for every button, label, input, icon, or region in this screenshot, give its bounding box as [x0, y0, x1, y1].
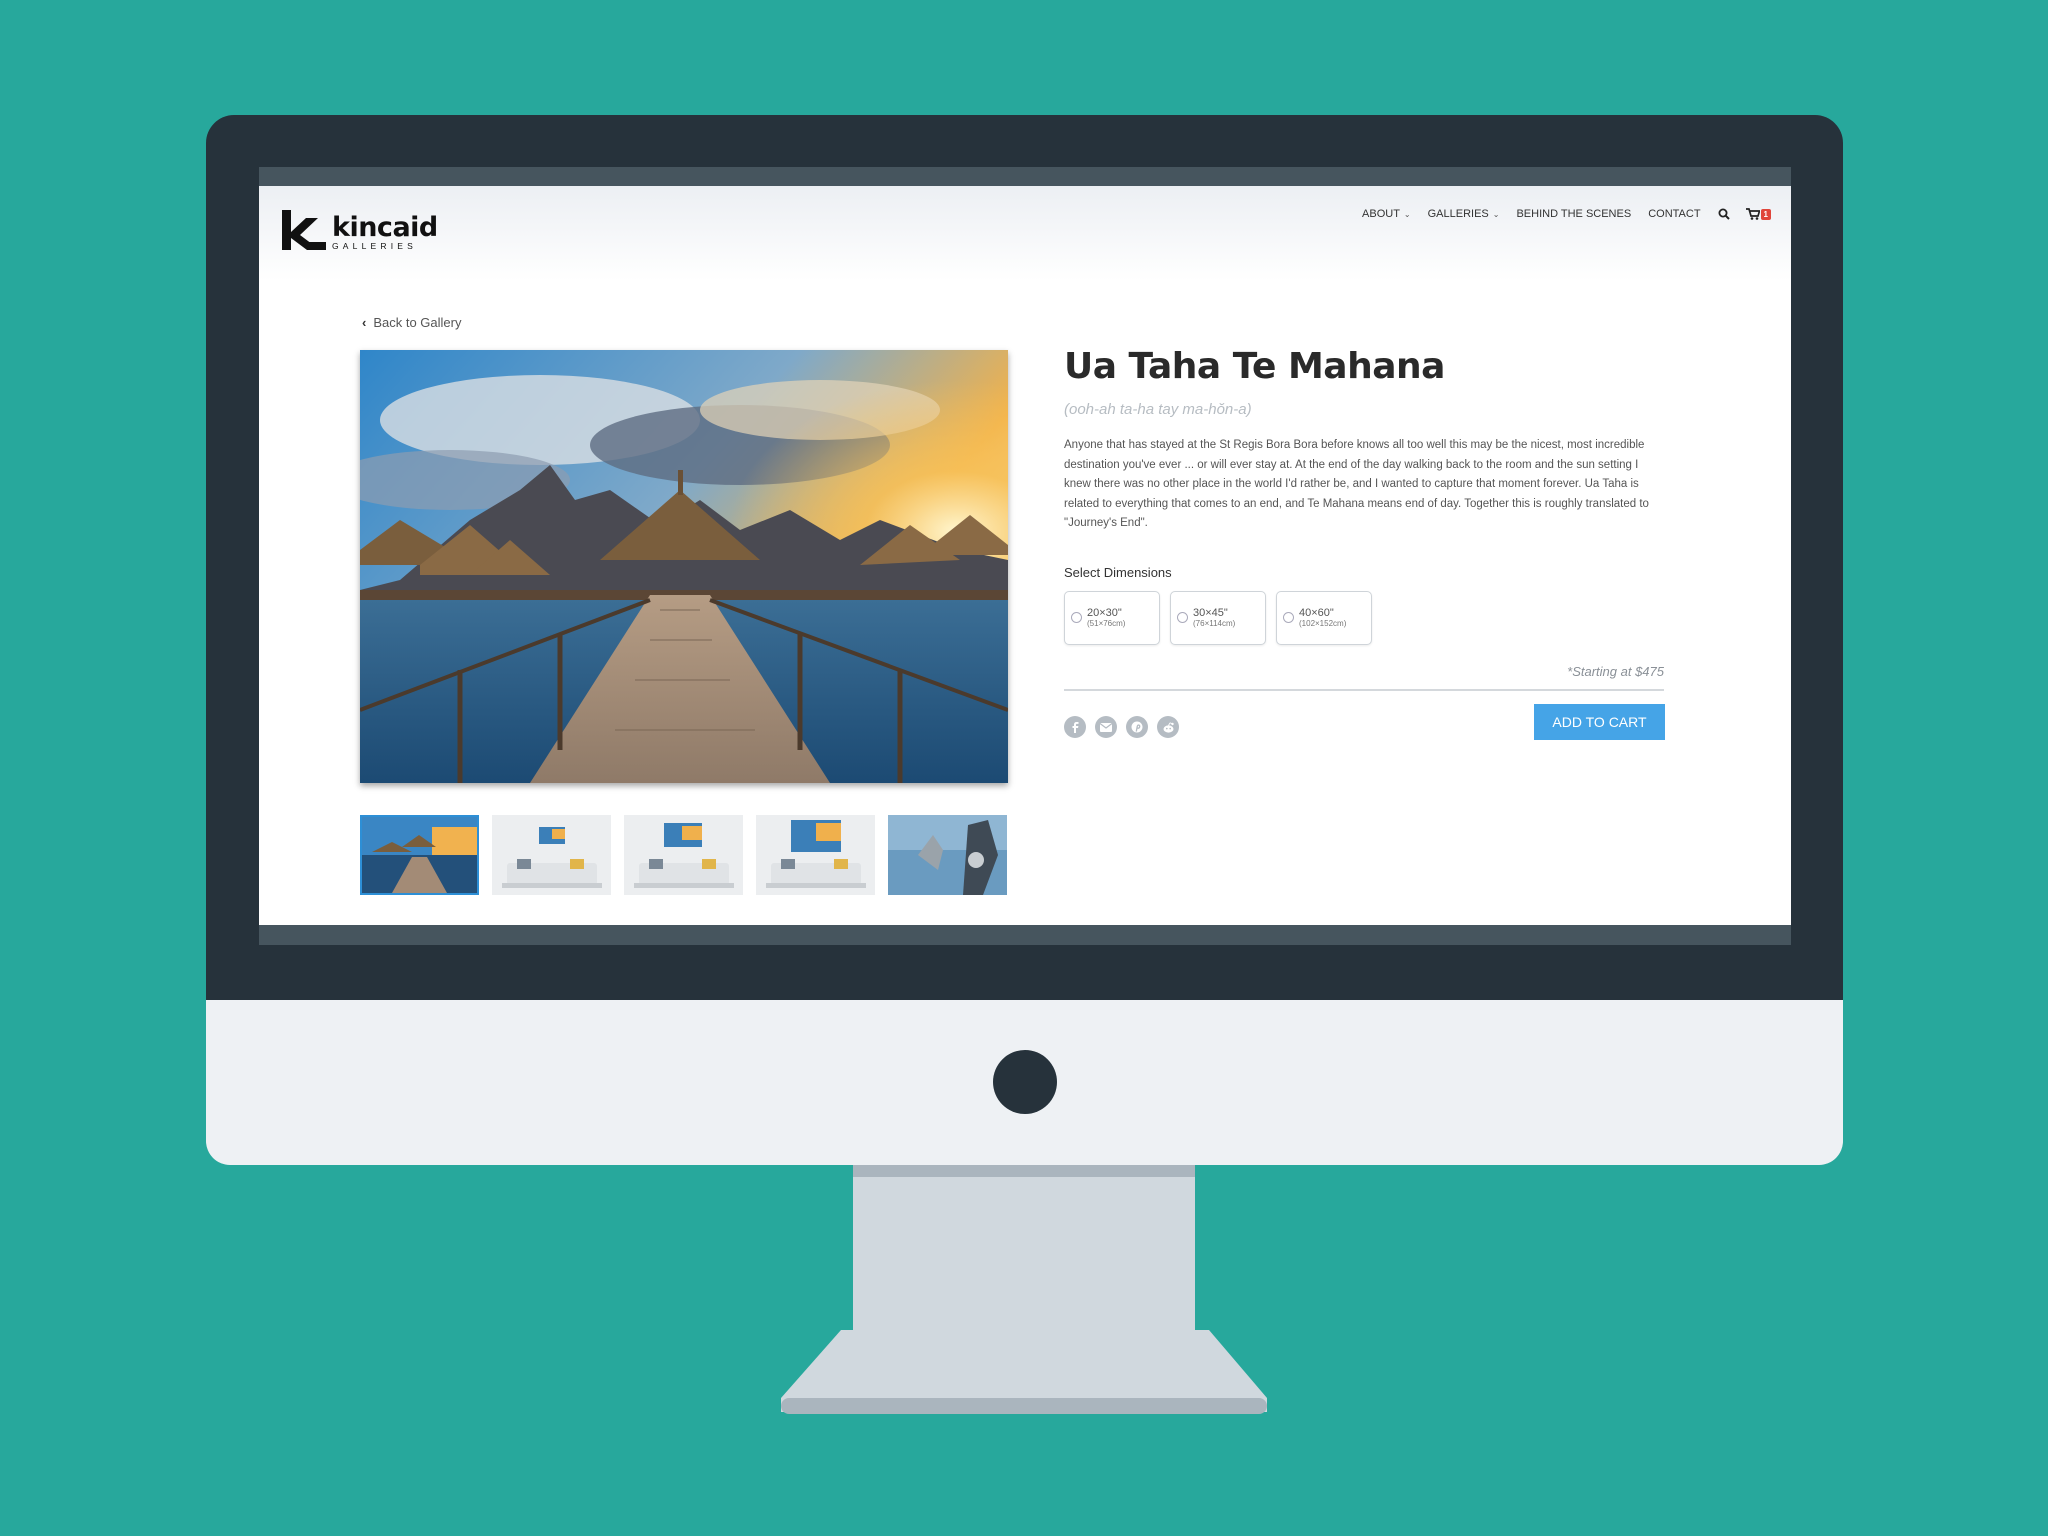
monitor-stand-base — [781, 1330, 1268, 1420]
logo-k-icon — [282, 210, 326, 250]
nav-label: BEHIND THE SCENES — [1516, 208, 1632, 220]
main-nav: ABOUT ⌄ GALLERIES ⌄ BEHIND THE SCENES CO… — [1345, 208, 1771, 220]
screen: kincaid GALLERIES ABOUT ⌄ GALLERIES ⌄ BE… — [259, 167, 1791, 945]
facebook-icon[interactable] — [1064, 716, 1086, 738]
radio-icon[interactable] — [1283, 612, 1294, 623]
radio-icon[interactable] — [1177, 612, 1188, 623]
dimension-size: 40×60" — [1299, 606, 1334, 619]
dimension-option-20x30[interactable]: 20×30" (51×76cm) — [1064, 590, 1160, 645]
thumbnail-1[interactable] — [360, 815, 479, 895]
nav-item-galleries[interactable]: GALLERIES ⌄ — [1428, 208, 1500, 220]
chevron-down-icon: ⌄ — [1492, 209, 1500, 219]
logo-subtitle: GALLERIES — [332, 240, 418, 251]
logo[interactable]: kincaid GALLERIES — [282, 210, 438, 250]
dimensions-label: Select Dimensions — [1064, 564, 1172, 580]
reddit-icon[interactable] — [1157, 716, 1179, 738]
back-to-gallery-link[interactable]: ‹ Back to Gallery — [362, 315, 462, 330]
dimension-size: 20×30" — [1087, 606, 1122, 619]
divider — [1064, 689, 1664, 691]
dimension-size: 30×45" — [1193, 606, 1228, 619]
thumbnail-strip — [360, 815, 1007, 895]
product-description: Anyone that has stayed at the St Regis B… — [1064, 439, 1649, 529]
thumbnail-5[interactable] — [888, 815, 1007, 895]
nav-item-about[interactable]: ABOUT ⌄ — [1362, 208, 1411, 220]
dimension-metric: (51×76cm) — [1087, 618, 1126, 628]
logo-wordmark: kincaid — [332, 211, 438, 243]
site-header: kincaid GALLERIES ABOUT ⌄ GALLERIES ⌄ BE… — [259, 186, 1791, 281]
nav-item-contact[interactable]: CONTACT — [1648, 208, 1700, 220]
back-link-label: Back to Gallery — [373, 315, 462, 330]
cart-count-badge: 1 — [1760, 208, 1771, 220]
thumbnail-2[interactable] — [492, 815, 611, 895]
pinterest-icon[interactable] — [1126, 716, 1148, 738]
product-details: Ua Taha Te Mahana (ooh-ah ta-ha tay ma-h… — [1064, 346, 1664, 645]
share-buttons — [1064, 716, 1179, 738]
nav-label: CONTACT — [1648, 208, 1701, 220]
product-title: Ua Taha Te Mahana — [1064, 346, 1445, 387]
cart-button[interactable]: 1 — [1745, 208, 1771, 220]
nav-label: ABOUT — [1362, 208, 1400, 220]
chevron-down-icon: ⌄ — [1403, 209, 1411, 219]
thumbnail-3[interactable] — [624, 815, 743, 895]
cart-icon — [1745, 208, 1760, 220]
add-to-cart-button[interactable]: ADD TO CART — [1534, 704, 1665, 740]
email-icon[interactable] — [1095, 716, 1117, 738]
dimension-option-40x60[interactable]: 40×60" (102×152cm) — [1276, 590, 1372, 645]
thumbnail-4[interactable] — [756, 815, 875, 895]
nav-label: GALLERIES — [1427, 208, 1489, 220]
dimension-option-30x45[interactable]: 30×45" (76×114cm) — [1170, 590, 1266, 645]
dimension-metric: (76×114cm) — [1193, 618, 1236, 628]
product-image[interactable] — [360, 350, 1008, 783]
website: kincaid GALLERIES ABOUT ⌄ GALLERIES ⌄ BE… — [259, 186, 1791, 925]
camera-dot — [993, 1050, 1057, 1114]
dimension-metric: (102×152cm) — [1299, 618, 1347, 628]
dimension-options: 20×30" (51×76cm) 30×45" (76×114cm) 40×60… — [1064, 590, 1664, 645]
product-pronunciation: (ooh-ah ta-ha tay ma-hŏn-a) — [1064, 401, 1252, 418]
nav-item-behind-the-scenes[interactable]: BEHIND THE SCENES — [1516, 208, 1631, 220]
starting-price: *Starting at $475 — [1567, 664, 1664, 679]
chevron-left-icon: ‹ — [362, 315, 367, 330]
search-icon[interactable] — [1718, 208, 1730, 220]
radio-icon[interactable] — [1071, 612, 1082, 623]
